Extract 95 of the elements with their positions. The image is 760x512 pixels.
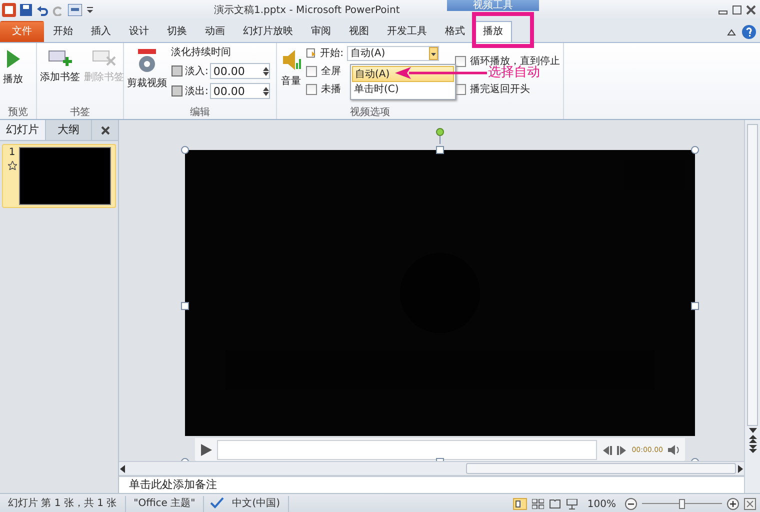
next-slide-icon — [748, 444, 756, 454]
group-label: 书签 — [69, 106, 91, 119]
window-title: 演示文稿1.pptx - Microsoft PowerPoint — [214, 4, 400, 17]
play-button[interactable]: 播放 — [3, 45, 23, 105]
add-bookmark-button[interactable]: 添加书签 — [40, 45, 80, 105]
zoom-percent[interactable]: 100% — [583, 498, 620, 510]
fade-in-label: 淡入: — [185, 64, 208, 78]
step-back-icon — [602, 446, 612, 454]
option-label: 全屏 — [321, 65, 341, 78]
resize-handle[interactable] — [181, 146, 189, 154]
play-icon — [200, 444, 212, 456]
volume-icon — [668, 445, 680, 455]
animation-star-icon — [8, 161, 16, 170]
fade-in-icon — [171, 65, 183, 77]
trim-video-button[interactable]: 剪裁视频 — [127, 45, 167, 105]
slide-number: 1 — [8, 147, 16, 158]
close-icon — [100, 126, 110, 134]
undo-icon — [36, 4, 48, 16]
status-text: 幻灯片 第 1 张，共 1 张 — [0, 496, 126, 512]
ribbon-tab[interactable]: 视图 — [340, 21, 378, 42]
highlight-frame — [472, 12, 534, 48]
panel-tab[interactable]: 大纲 — [46, 120, 92, 140]
scroll-right-icon — [736, 464, 744, 472]
fit-to-window-icon — [744, 498, 756, 510]
add-bookmark-icon — [48, 49, 72, 67]
fade-in-field[interactable]: 00.00 — [210, 63, 270, 79]
checkbox[interactable] — [306, 84, 317, 94]
spin-up-icon — [263, 66, 270, 70]
normal-view-icon — [513, 498, 528, 510]
context-tab-header: 视频工具 — [447, 0, 539, 11]
reading-view-icon — [549, 499, 562, 509]
checkbox[interactable] — [455, 84, 466, 94]
slideshow-icon — [566, 498, 578, 510]
spin-down-icon — [263, 72, 270, 76]
volume-button[interactable]: 音量 — [280, 45, 302, 105]
slider-thumb[interactable] — [679, 499, 685, 509]
status-text: 中文(中国) — [224, 496, 290, 512]
start-label: 开始: — [320, 47, 344, 60]
option-label: 循环播放，直到停止 — [470, 54, 560, 67]
scrollbar-thumb[interactable] — [466, 463, 736, 474]
film-reel-icon — [136, 49, 158, 73]
proofing-icon — [210, 496, 224, 508]
group-label: 视频选项 — [349, 106, 391, 119]
app-logo-icon — [2, 3, 16, 17]
checkbox[interactable] — [455, 56, 466, 66]
group-label: 编辑 — [189, 106, 211, 119]
resize-handle[interactable] — [436, 146, 444, 154]
ribbon-tab[interactable]: 审阅 — [302, 21, 340, 42]
ribbon-tab[interactable]: 动画 — [196, 21, 234, 42]
notes-field[interactable]: 单击此处添加备注 — [119, 475, 744, 493]
zoom-in-icon — [727, 498, 739, 510]
ribbon-tab[interactable]: 插入 — [82, 21, 120, 42]
annotation-text: 选择自动 — [488, 65, 540, 80]
play-icon — [5, 49, 21, 69]
resize-handle[interactable] — [691, 302, 699, 310]
help-icon — [742, 25, 756, 39]
slide-sorter-icon — [532, 499, 544, 509]
maximize-icon — [732, 5, 742, 15]
option-label: 播完返回开头 — [470, 82, 530, 96]
customize-icon — [86, 5, 94, 15]
scroll-left-icon — [119, 464, 127, 472]
slide-thumbnail-row[interactable]: 1 — [2, 144, 116, 208]
panel-tab[interactable]: 幻灯片 — [0, 120, 46, 140]
speaker-icon — [280, 49, 302, 71]
status-text: "Office 主题" — [126, 496, 204, 512]
fade-duration-label: 淡化持续时间 — [171, 46, 232, 60]
resize-handle[interactable] — [691, 146, 699, 154]
resize-handle[interactable] — [181, 302, 189, 310]
collapse-ribbon-icon — [727, 28, 736, 36]
checkbox[interactable] — [306, 66, 317, 76]
spin-down-icon — [263, 92, 270, 96]
fade-out-label: 淡出: — [185, 84, 208, 98]
zoom-out-icon — [625, 498, 637, 510]
scrollbar-thumb[interactable] — [747, 124, 758, 426]
option-label: 未播 — [321, 82, 341, 96]
ribbon-tab[interactable]: 开始 — [44, 21, 82, 42]
menu-item[interactable]: 单击时(C) — [352, 82, 454, 98]
save-icon — [20, 4, 32, 16]
rotate-handle-icon — [436, 128, 444, 144]
ribbon-tab[interactable]: 设计 — [120, 21, 158, 42]
redo-icon — [52, 4, 64, 16]
spin-up-icon — [263, 86, 270, 90]
close-icon — [746, 5, 756, 15]
step-forward-icon — [616, 446, 627, 454]
ribbon-tab[interactable]: 切换 — [158, 21, 196, 42]
start-dropdown[interactable]: 自动(A) — [347, 46, 439, 60]
ribbon-tab[interactable]: 幻灯片放映 — [234, 21, 302, 42]
ribbon-tab[interactable]: 播放 — [474, 21, 512, 42]
start-icon — [306, 47, 316, 59]
group-label: 预览 — [7, 106, 29, 119]
ribbon-tab[interactable]: 开发工具 — [378, 21, 436, 42]
fade-out-icon — [171, 85, 183, 97]
remove-bookmark-icon — [92, 49, 116, 67]
fade-out-field[interactable]: 00.00 — [210, 83, 270, 99]
ribbon-tab[interactable]: 格式 — [436, 21, 474, 42]
